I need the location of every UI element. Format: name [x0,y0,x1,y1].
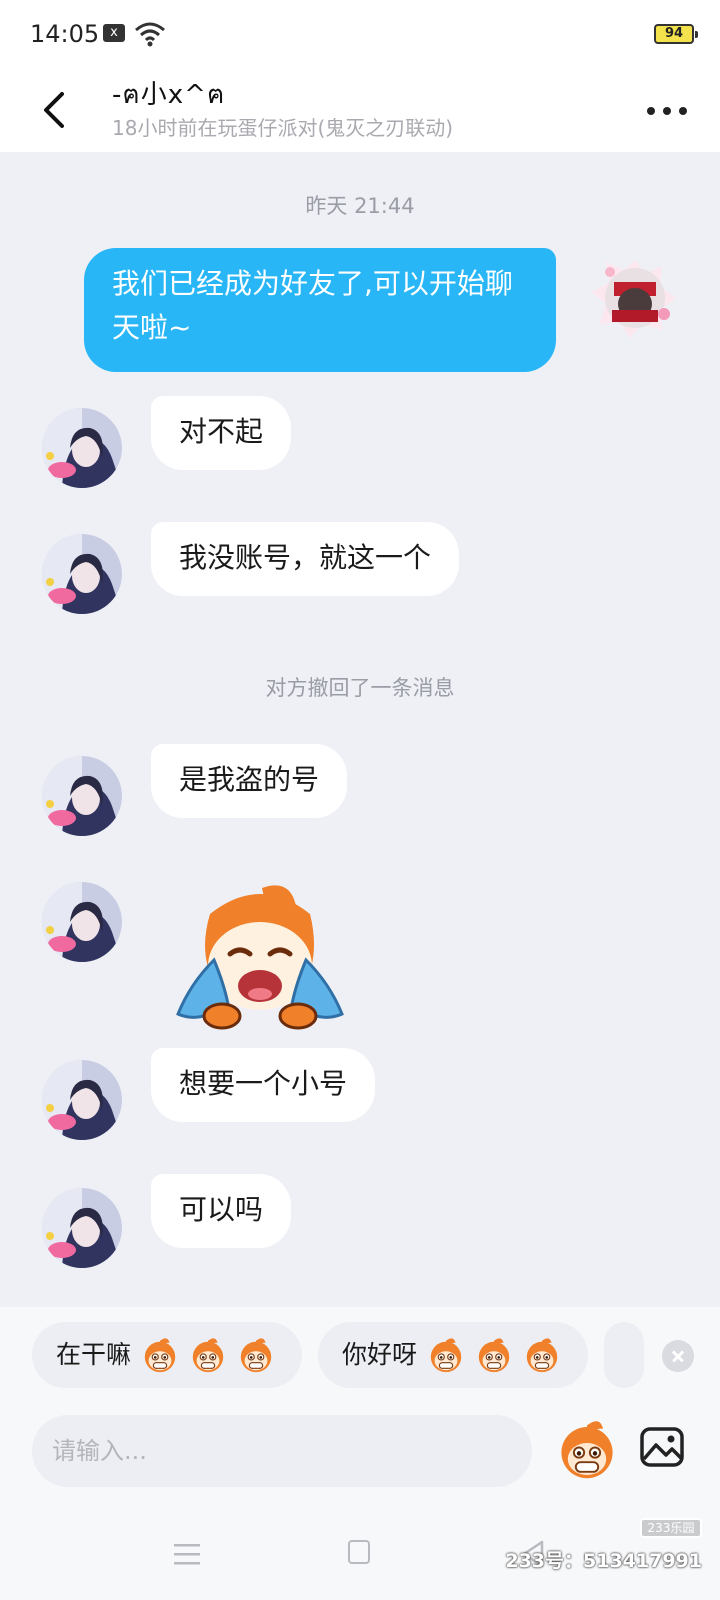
back-arrow-icon[interactable] [36,82,76,138]
received-message-bubble[interactable]: 想要一个小号 [151,1048,376,1122]
monkey-emoji-icon [478,1337,510,1373]
contact-avatar[interactable] [42,1188,122,1268]
battery-indicator: 94 [654,24,698,44]
monkey-emoji-icon [430,1337,462,1373]
monkey-emoji-icon [144,1337,176,1373]
watermark-id: 233号：513417991 [505,1550,702,1572]
clock: 14:05 [30,20,100,48]
menu-icon[interactable] [174,1542,200,1566]
notification-icon: x [103,24,125,42]
quick-reply-label: 你好呀 [342,1340,418,1369]
received-message-bubble[interactable]: 是我盗的号 [151,744,348,818]
watermark-logo: 233乐园 [640,1518,702,1538]
system-nav-bar: 233乐园 233号：513417991 [0,1512,720,1600]
received-message-bubble[interactable]: 我没账号，就这一个 [151,522,460,596]
quick-reply-chip[interactable]: 在干嘛 [32,1322,302,1388]
contact-avatar[interactable] [42,756,122,836]
image-icon[interactable] [638,1423,686,1471]
my-avatar[interactable] [590,252,680,342]
contact-avatar[interactable] [42,882,122,962]
message-input[interactable] [32,1415,532,1487]
home-icon[interactable] [348,1540,370,1564]
chat-header: -ฅ小x^ฅ 18小时前在玩蛋仔派对(鬼灭之刃联动) [0,72,720,152]
message-timestamp: 昨天 21:44 [305,194,415,218]
received-message-bubble[interactable]: 对不起 [151,396,292,470]
contact-avatar[interactable] [42,534,122,614]
monkey-emoji-icon [192,1337,224,1373]
close-icon[interactable] [662,1340,694,1372]
contact-avatar[interactable] [42,1060,122,1140]
sent-message-bubble[interactable]: 我们已经成为好友了,可以开始聊天啦~ [84,248,556,372]
monkey-emoji-icon [526,1337,558,1373]
recall-notice: 对方撤回了一条消息 [265,676,455,700]
quick-reply-chip-partial[interactable] [604,1322,644,1388]
quick-reply-label: 在干嘛 [56,1340,132,1369]
quick-reply-chip[interactable]: 你好呀 [318,1322,588,1388]
wifi-icon [135,22,165,47]
status-bar: 14:05 x 94 [0,0,720,72]
composer [0,1407,720,1512]
more-dots-icon[interactable] [644,92,690,128]
emoji-icon[interactable] [555,1419,619,1483]
contact-name[interactable]: -ฅ小x^ฅ [112,74,225,115]
contact-avatar[interactable] [42,408,122,488]
message-list[interactable]: 昨天 21:44 我们已经成为好友了,可以开始聊天啦~ 对不起 我没账号，就这一… [0,152,720,1307]
crying-monkey-sticker[interactable] [170,884,350,1044]
contact-presence: 18小时前在玩蛋仔派对(鬼灭之刃联动) [112,116,454,140]
received-message-bubble[interactable]: 可以吗 [151,1174,292,1248]
monkey-emoji-icon [240,1337,272,1373]
quick-reply-bar: 在干嘛 你好呀 [0,1307,720,1407]
